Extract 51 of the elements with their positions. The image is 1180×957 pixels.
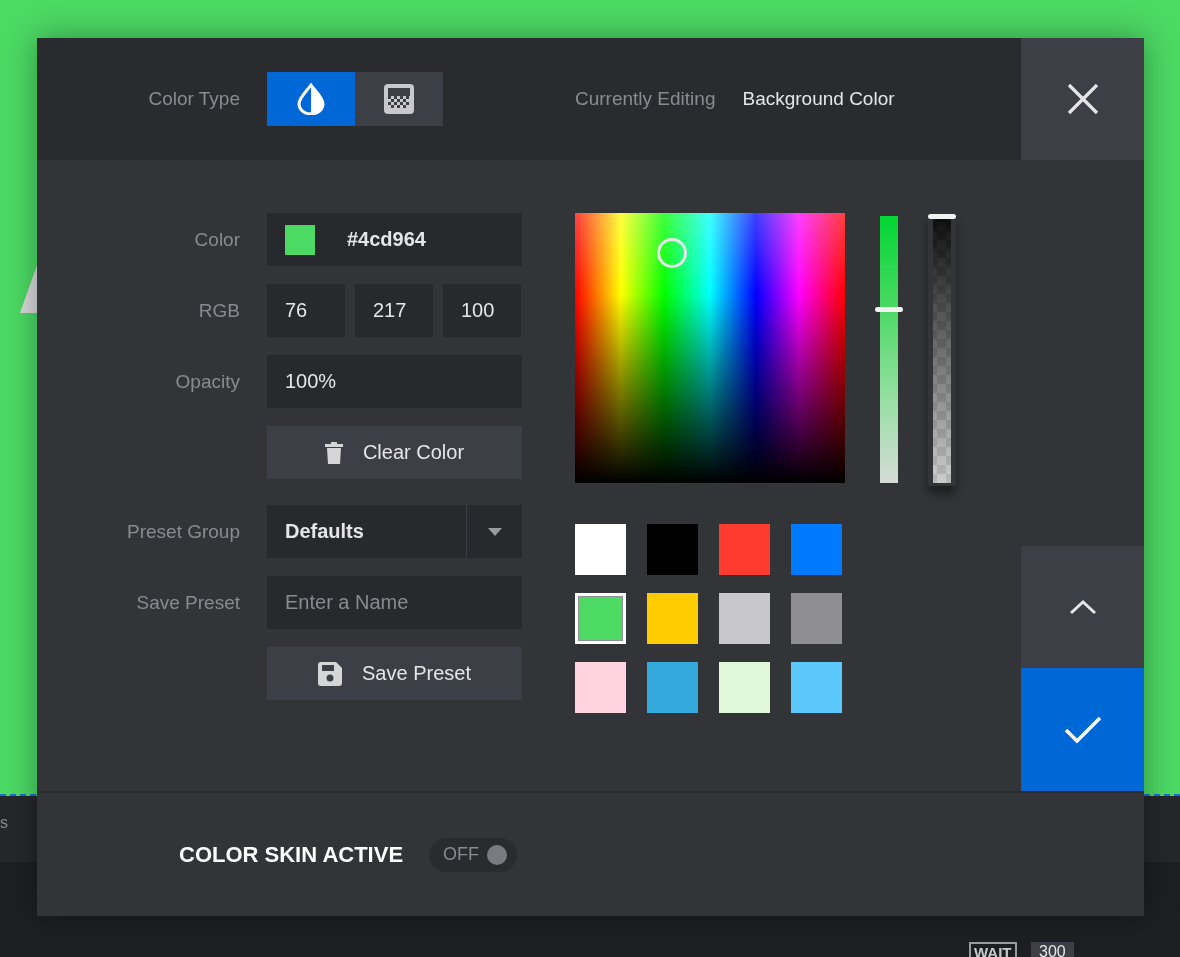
- collapse-button[interactable]: [1021, 546, 1144, 668]
- trash-icon: [324, 441, 343, 464]
- field-label: Opacity: [174, 370, 240, 393]
- field-label: Preset Group: [126, 520, 240, 543]
- rgb-field[interactable]: 217: [355, 284, 433, 337]
- color-type-tab[interactable]: [267, 72, 355, 126]
- field-label: Currently Editing: [575, 88, 716, 110]
- hex-field[interactable]: #4cd964: [267, 213, 522, 266]
- field-label: RGB: [197, 299, 240, 322]
- color-spectrum[interactable]: [575, 213, 845, 483]
- gradient-icon: [383, 83, 415, 115]
- caret-down-icon: [487, 527, 502, 536]
- field-label: Color Type: [147, 88, 240, 110]
- picker-handle[interactable]: [657, 238, 687, 268]
- rgb-field[interactable]: 76: [267, 284, 345, 337]
- preset-swatch[interactable]: [791, 524, 842, 575]
- triangle-drawing: [20, 265, 37, 313]
- field-label: Save Preset: [135, 591, 240, 614]
- preset-swatch[interactable]: [647, 662, 698, 713]
- preset-swatch[interactable]: [647, 524, 698, 575]
- slider-thumb[interactable]: [928, 214, 956, 219]
- preset-swatch[interactable]: [647, 593, 698, 644]
- editing-value: Background Color: [742, 88, 895, 110]
- opacity-field[interactable]: 100%: [267, 355, 522, 408]
- toggle-switch[interactable]: OFF: [429, 837, 518, 872]
- preset-swatch[interactable]: [575, 593, 626, 644]
- color-swatch: [285, 224, 315, 255]
- drop-icon: [296, 83, 326, 115]
- close-icon: [1066, 83, 1099, 115]
- chevron-up-icon: [1068, 599, 1097, 615]
- preset-swatch[interactable]: [791, 662, 842, 713]
- preset-group-dropdown[interactable]: Defaults: [267, 505, 522, 558]
- opacity-slider[interactable]: [928, 213, 956, 486]
- close-button[interactable]: [1021, 38, 1144, 160]
- preset-swatch[interactable]: [719, 662, 770, 713]
- preset-swatch[interactable]: [719, 593, 770, 644]
- background-text: s: [0, 814, 8, 832]
- preset-swatch[interactable]: [575, 662, 626, 713]
- color-type-tab[interactable]: [355, 72, 443, 126]
- preset-swatch[interactable]: [719, 524, 770, 575]
- preset-name-field[interactable]: Enter a Name: [267, 576, 522, 629]
- clear-color-button[interactable]: Clear Color: [267, 426, 522, 479]
- rgb-field[interactable]: 100: [443, 284, 521, 337]
- slider-thumb[interactable]: [875, 307, 903, 313]
- save-preset-button[interactable]: Save Preset: [267, 647, 522, 700]
- confirm-button[interactable]: [1021, 668, 1144, 791]
- preset-swatch[interactable]: [575, 524, 626, 575]
- setting-label: COLOR SKIN ACTIVE: [179, 841, 404, 868]
- preset-swatch[interactable]: [791, 593, 842, 644]
- background-text: 300: [1031, 942, 1074, 957]
- field-label: Color: [193, 228, 240, 251]
